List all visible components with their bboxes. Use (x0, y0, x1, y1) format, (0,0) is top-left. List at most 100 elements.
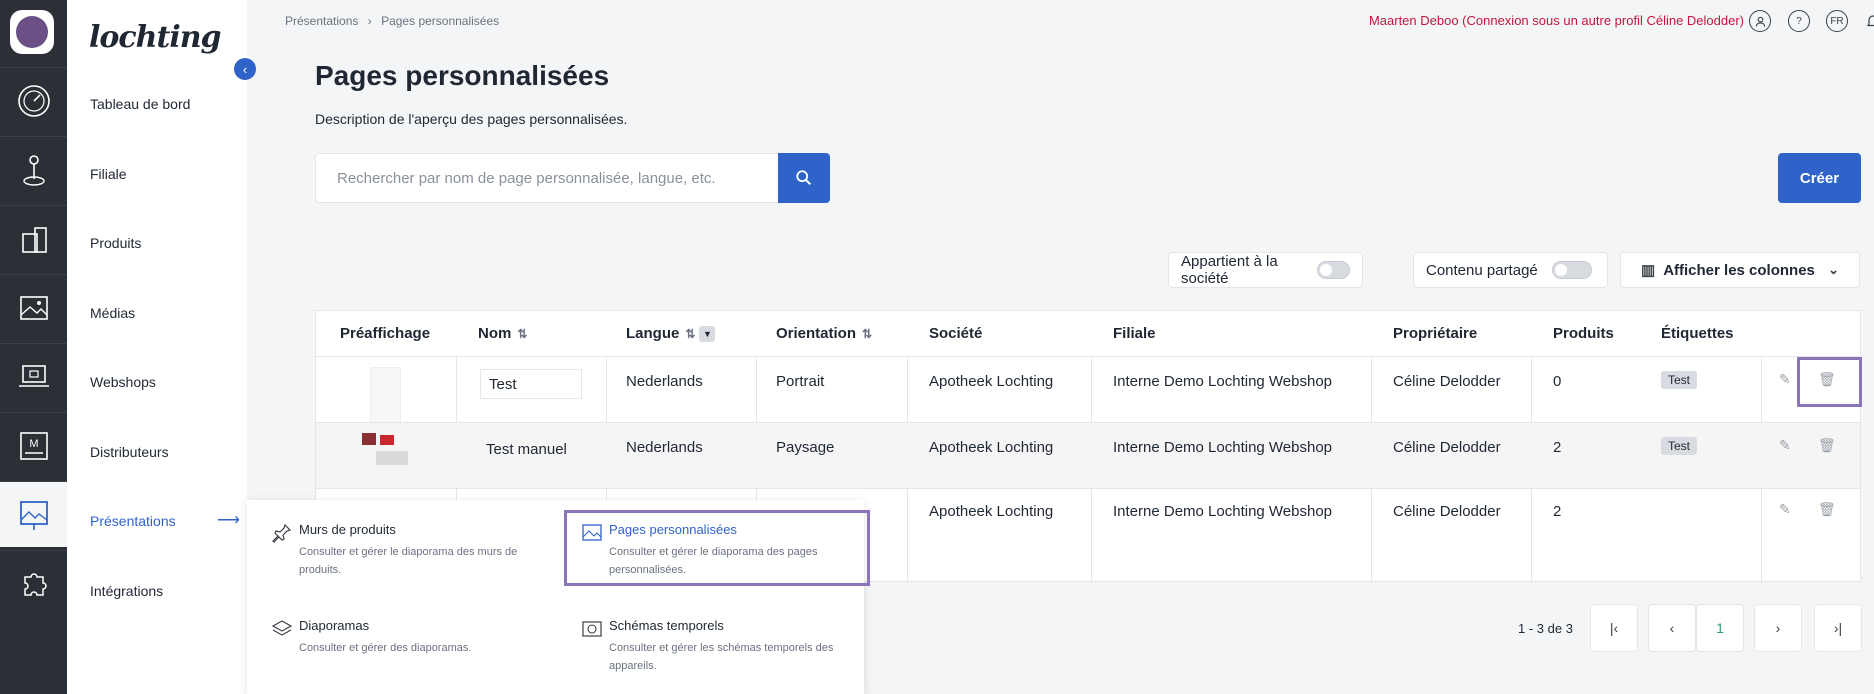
sort-icon[interactable]: ⇅ (685, 327, 695, 341)
company-cell: Apotheek Lochting (929, 503, 1054, 520)
column-header-orientation[interactable]: Orientation ⇅ (776, 325, 872, 342)
pin-icon (272, 523, 292, 543)
search-icon (796, 170, 812, 186)
nav-item-webshops[interactable]: Webshops (90, 374, 156, 390)
layers-icon (271, 620, 293, 636)
menu-item-time-schedules[interactable]: Schémas temporels Consulter et gérer les… (577, 618, 857, 675)
delete-highlight (1797, 357, 1862, 407)
menu-item-desc: Consulter et gérer les schémas temporels… (609, 642, 834, 672)
chevron-down-icon: ⌄ (1828, 262, 1839, 277)
nav-item-branch[interactable]: Filiale (90, 166, 127, 182)
menu-item-desc: Consulter et gérer des diaporamas. (299, 642, 472, 654)
menu-item-desc: Consulter et gérer le diaporama des murs… (299, 546, 518, 576)
menu-item-product-walls[interactable]: Murs de produits Consulter et gérer le d… (267, 522, 547, 579)
create-button[interactable]: Créer (1778, 153, 1861, 203)
last-page-button[interactable]: ›| (1814, 604, 1862, 652)
tag-badge: Test (1661, 437, 1698, 455)
nav-item-distributors[interactable]: Distributeurs (90, 444, 169, 460)
shared-toggle[interactable] (1551, 261, 1592, 279)
breadcrumb: Présentations › Pages personnalisées (285, 14, 505, 28)
nav-item-dashboard[interactable]: Tableau de bord (90, 96, 190, 112)
arrow-right-icon: ⟶ (217, 512, 240, 529)
page-title: Pages personnalisées (315, 60, 610, 91)
shared-label: Contenu partagé (1426, 261, 1538, 279)
columns-dropdown[interactable]: ▥ Afficher les colonnes ⌄ (1620, 252, 1860, 288)
distributor-icon[interactable]: M (0, 412, 67, 478)
owned-filter: Appartient à la société (1168, 252, 1363, 288)
products-icon[interactable] (0, 205, 67, 271)
menu-item-slideshows[interactable]: Diaporamas Consulter et gérer des diapor… (267, 618, 547, 657)
columns-label: Afficher les colonnes (1663, 261, 1815, 279)
owned-toggle[interactable] (1316, 261, 1350, 279)
edit-icon[interactable]: ✎ (1779, 371, 1791, 388)
edit-icon[interactable]: ✎ (1779, 501, 1791, 518)
shared-filter: Contenu partagé (1413, 252, 1608, 288)
column-header-orientation-label: Orientation (776, 325, 857, 342)
help-icon[interactable]: ? (1788, 10, 1810, 32)
products-cell: 2 (1553, 439, 1562, 456)
nav-item-media[interactable]: Médias (90, 305, 135, 321)
table-row[interactable]: Test manuel Nederlands Paysage Apotheek … (316, 422, 1860, 488)
nav-item-integrations[interactable]: Intégrations (90, 583, 163, 599)
integrations-icon[interactable] (0, 550, 67, 616)
menu-item-title: Schémas temporels (609, 618, 724, 633)
edit-icon[interactable]: ✎ (1779, 437, 1791, 454)
delete-icon[interactable]: 🗑 (1818, 501, 1836, 518)
columns-icon: ▥ (1641, 262, 1656, 279)
filter-icon[interactable]: ▼ (699, 326, 716, 343)
presentation-icon[interactable] (0, 481, 67, 547)
profile-icon[interactable] (1749, 10, 1771, 32)
page-number[interactable]: 1 (1696, 604, 1744, 652)
company-cell: Apotheek Lochting (929, 373, 1054, 390)
first-page-button[interactable]: |‹ (1590, 604, 1638, 652)
column-header-owner: Propriétaire (1393, 325, 1478, 342)
user-info[interactable]: Maarten Deboo (Connexion sous un autre p… (1369, 13, 1744, 28)
brand-logo[interactable]: lochting (89, 20, 222, 55)
collapse-nav-button[interactable]: ‹ (234, 58, 256, 80)
column-header-products: Produits (1553, 325, 1614, 342)
webshop-icon[interactable] (0, 343, 67, 409)
sort-icon[interactable]: ⇅ (517, 327, 527, 341)
breadcrumb-separator: › (367, 14, 372, 28)
icon-rail: M (0, 0, 67, 694)
language-icon[interactable]: FR (1826, 10, 1848, 32)
column-header-name[interactable]: Nom ⇅ (478, 325, 527, 342)
language-cell: Nederlands (626, 439, 703, 456)
bell-icon[interactable] (1862, 10, 1874, 32)
page-description: Description de l'aperçu des pages person… (315, 111, 628, 127)
nav-item-products[interactable]: Produits (90, 235, 141, 251)
orientation-cell: Paysage (776, 439, 835, 456)
search-button[interactable] (778, 153, 830, 203)
tag-badge: Test (1661, 371, 1698, 389)
thumbnail-part (380, 435, 394, 445)
delete-icon[interactable]: 🗑 (1818, 437, 1836, 454)
menu-item-title: Murs de produits (299, 522, 396, 537)
products-cell: 2 (1553, 503, 1562, 520)
preview-thumbnail[interactable] (370, 367, 401, 423)
media-icon[interactable] (0, 274, 67, 340)
next-page-button[interactable]: › (1754, 604, 1802, 652)
name-cell[interactable]: Test manuel (486, 441, 567, 458)
breadcrumb-link[interactable]: Présentations (285, 14, 358, 28)
owner-cell: Céline Delodder (1393, 503, 1501, 520)
column-header-language[interactable]: Langue ⇅ ▼ (626, 325, 716, 343)
table-row[interactable]: Test Nederlands Portrait Apotheek Lochti… (316, 356, 1860, 423)
branch-cell: Interne Demo Lochting Webshop (1113, 373, 1333, 390)
pagination-info: 1 - 3 de 3 (1518, 621, 1573, 636)
dashboard-icon[interactable] (0, 67, 67, 133)
name-cell[interactable]: Test (480, 369, 582, 399)
app-logo[interactable] (10, 10, 54, 54)
products-cell: 0 (1553, 373, 1562, 390)
search-input[interactable] (337, 169, 757, 187)
owner-cell: Céline Delodder (1393, 373, 1501, 390)
prev-page-button[interactable]: ‹ (1648, 604, 1696, 652)
column-header-language-label: Langue (626, 325, 680, 342)
svg-text:M: M (29, 438, 38, 450)
nav-item-presentations[interactable]: Présentations (90, 513, 176, 529)
preview-thumbnail[interactable] (362, 433, 408, 467)
breadcrumb-current: Pages personnalisées (381, 14, 500, 28)
location-icon[interactable] (0, 136, 67, 202)
menu-item-title: Diaporamas (299, 618, 370, 633)
language-cell: Nederlands (626, 373, 703, 390)
sort-icon[interactable]: ⇅ (862, 327, 872, 341)
